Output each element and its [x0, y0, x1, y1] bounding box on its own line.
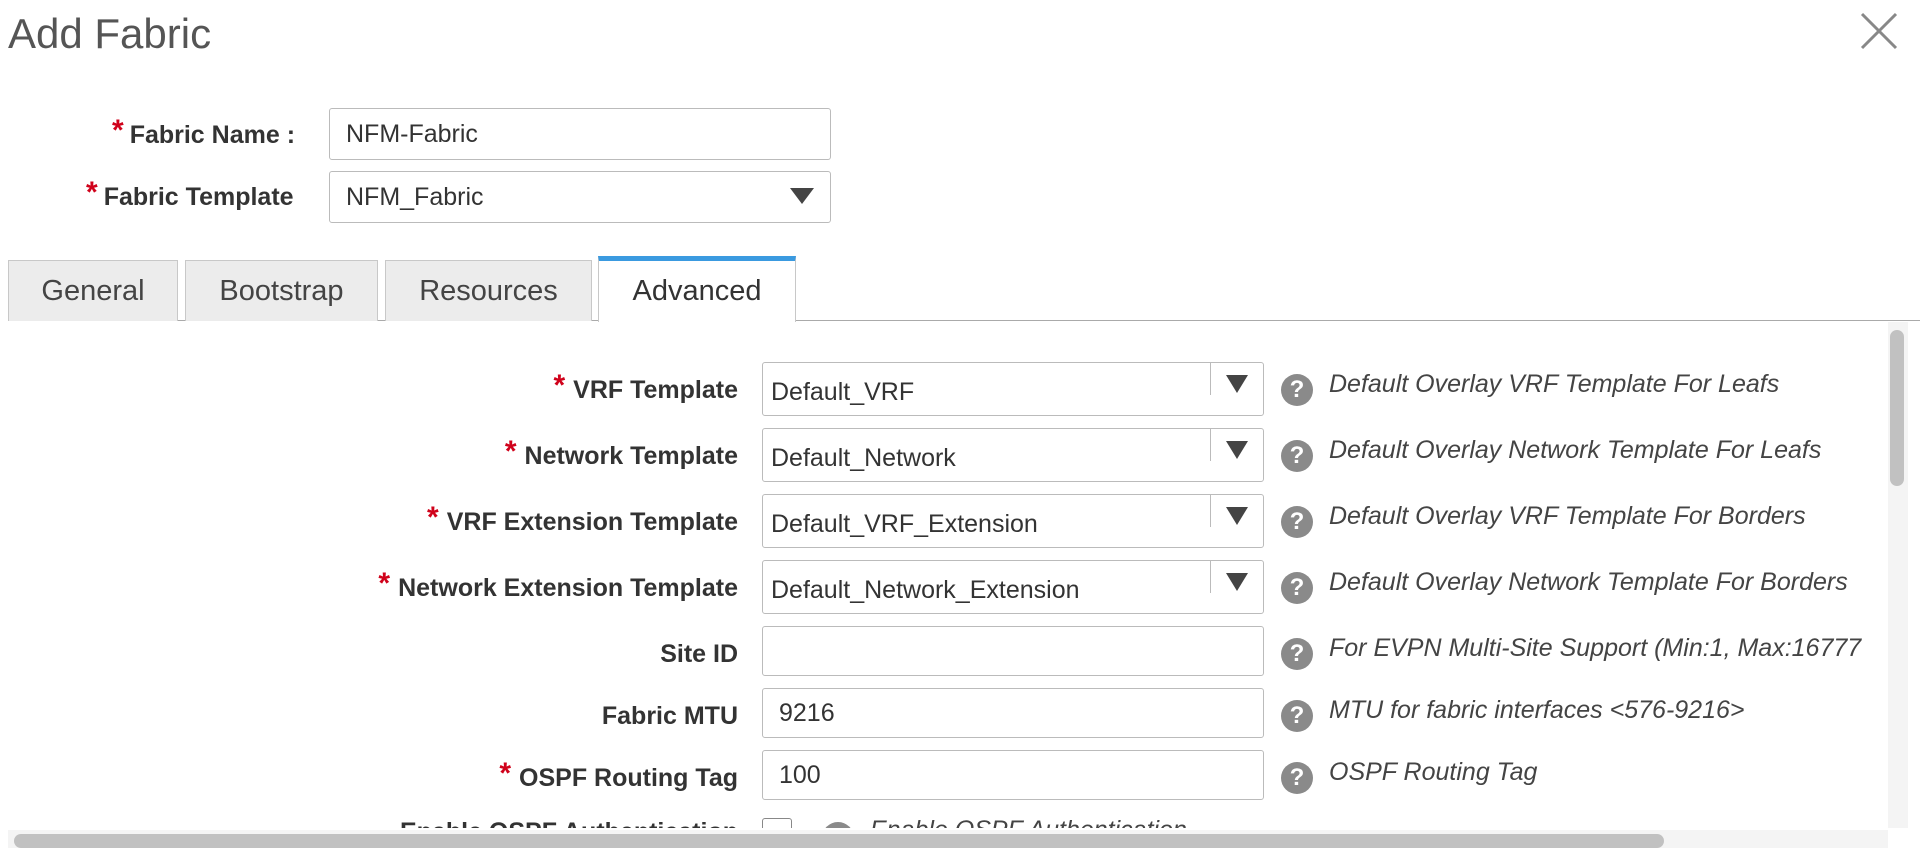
close-icon[interactable] — [1852, 4, 1906, 58]
chevron-down-icon — [1226, 573, 1248, 591]
select-divider — [1209, 363, 1211, 395]
dialog-title: Add Fabric — [8, 10, 212, 57]
vrf-template-row: * VRF Template Default_VRF ? Default Over… — [8, 362, 1888, 418]
select-divider — [1209, 561, 1211, 593]
fabric-mtu-value: 9216 — [779, 698, 835, 727]
tab-resources[interactable]: Resources — [385, 260, 592, 321]
enable-ospf-authentication-row: Enable OSPF Authentication ? Enable OSPF… — [8, 812, 1888, 828]
network-extension-template-value: Default_Network_Extension — [771, 575, 1080, 604]
fabric-mtu-row: Fabric MTU 9216 ? MTU for fabric interfa… — [8, 688, 1888, 744]
chevron-down-icon — [790, 188, 814, 204]
vrf-template-label-wrap: * VRF Template — [553, 362, 738, 418]
required-marker: * — [553, 369, 566, 402]
help-icon[interactable]: ? — [1281, 506, 1313, 538]
network-extension-template-label: Network Extension Template — [398, 573, 738, 602]
enable-ospf-authentication-label: Enable OSPF Authentication — [400, 812, 738, 829]
fabric-template-select[interactable]: NFM_Fabric — [329, 171, 831, 223]
chevron-down-icon — [1226, 441, 1248, 459]
ospf-routing-tag-label-wrap: * OSPF Routing Tag — [499, 750, 738, 806]
vrf-extension-template-row: * VRF Extension Template Default_VRF_Exte… — [8, 494, 1888, 550]
network-template-label: Network Template — [524, 441, 738, 470]
fabric-name-label: Fabric Name : — [129, 120, 296, 149]
vrf-extension-template-select[interactable]: Default_VRF_Extension — [762, 494, 1264, 548]
network-extension-template-label-wrap: * Network Extension Template — [378, 560, 738, 616]
fabric-name-label-wrap: * Fabric Name : — [112, 109, 295, 161]
help-icon[interactable]: ? — [1281, 572, 1313, 604]
vrf-extension-template-label-wrap: * VRF Extension Template — [427, 494, 738, 550]
fabric-mtu-help: MTU for fabric interfaces <576-9216> — [1329, 696, 1745, 724]
vrf-extension-template-label: VRF Extension Template — [446, 507, 738, 536]
ospf-routing-tag-value: 100 — [779, 760, 821, 789]
vrf-template-label: VRF Template — [573, 375, 738, 404]
ospf-routing-tag-help: OSPF Routing Tag — [1329, 758, 1538, 786]
ospf-routing-tag-row: * OSPF Routing Tag 100 ? OSPF Routing Tag — [8, 750, 1888, 806]
vrf-extension-template-value: Default_VRF_Extension — [771, 509, 1038, 538]
tab-bar: General Bootstrap Resources Advanced — [8, 256, 1920, 322]
site-id-help: For EVPN Multi-Site Support (Min:1, Max:… — [1329, 634, 1862, 662]
network-template-select[interactable]: Default_Network — [762, 428, 1264, 482]
help-icon[interactable]: ? — [822, 822, 854, 828]
vrf-template-help: Default Overlay VRF Template For Leafs — [1329, 370, 1780, 398]
required-marker: * — [499, 757, 512, 790]
help-icon[interactable]: ? — [1281, 700, 1313, 732]
fabric-template-value: NFM_Fabric — [346, 182, 484, 211]
tab-advanced[interactable]: Advanced — [598, 256, 796, 322]
enable-ospf-authentication-checkbox[interactable] — [762, 818, 792, 828]
required-marker: * — [112, 114, 124, 147]
network-extension-template-select[interactable]: Default_Network_Extension — [762, 560, 1264, 614]
required-marker: * — [86, 176, 98, 209]
vrf-template-select[interactable]: Default_VRF — [762, 362, 1264, 416]
help-icon[interactable]: ? — [1281, 440, 1313, 472]
vrf-template-value: Default_VRF — [771, 377, 915, 406]
chevron-down-icon — [1226, 507, 1248, 525]
network-template-help: Default Overlay Network Template For Lea… — [1329, 436, 1822, 464]
help-icon[interactable]: ? — [1281, 374, 1313, 406]
fabric-name-value: NFM-Fabric — [346, 119, 478, 148]
site-id-label: Site ID — [660, 639, 738, 668]
vertical-scrollbar-thumb[interactable] — [1890, 330, 1904, 486]
network-extension-template-row: * Network Extension Template Default_Netw… — [8, 560, 1888, 616]
help-icon[interactable]: ? — [1281, 762, 1313, 794]
fabric-template-label: Fabric Template — [103, 182, 294, 211]
fabric-name-input[interactable]: NFM-Fabric — [329, 108, 831, 160]
site-id-row: Site ID ? For EVPN Multi-Site Support (M… — [8, 626, 1888, 682]
fabric-mtu-input[interactable]: 9216 — [762, 688, 1264, 738]
enable-ospf-authentication-help: Enable OSPF Authentication — [870, 816, 1187, 828]
network-template-label-wrap: * Network Template — [505, 428, 738, 484]
required-marker: * — [427, 501, 439, 534]
required-marker: * — [504, 435, 517, 468]
required-marker: * — [378, 567, 391, 600]
fabric-mtu-label: Fabric MTU — [601, 701, 738, 730]
site-id-input[interactable] — [762, 626, 1264, 676]
tab-general[interactable]: General — [8, 260, 178, 321]
fabric-template-label-wrap: * Fabric Template — [86, 171, 294, 223]
ospf-routing-tag-label: OSPF Routing Tag — [519, 763, 738, 792]
chevron-down-icon — [1226, 375, 1248, 393]
network-template-value: Default_Network — [771, 443, 956, 472]
network-template-row: * Network Template Default_Network ? Defa… — [8, 428, 1888, 484]
help-icon[interactable]: ? — [1281, 638, 1313, 670]
vrf-extension-template-help: Default Overlay VRF Template For Borders — [1329, 502, 1806, 530]
network-extension-template-help: Default Overlay Network Template For Bor… — [1329, 568, 1848, 596]
select-divider — [1209, 429, 1211, 461]
advanced-panel: * VRF Template Default_VRF ? Default Over… — [8, 322, 1896, 828]
select-divider — [1209, 495, 1211, 527]
ospf-routing-tag-input[interactable]: 100 — [762, 750, 1264, 800]
horizontal-scrollbar-thumb[interactable] — [14, 834, 1664, 848]
tab-bootstrap[interactable]: Bootstrap — [185, 260, 378, 321]
